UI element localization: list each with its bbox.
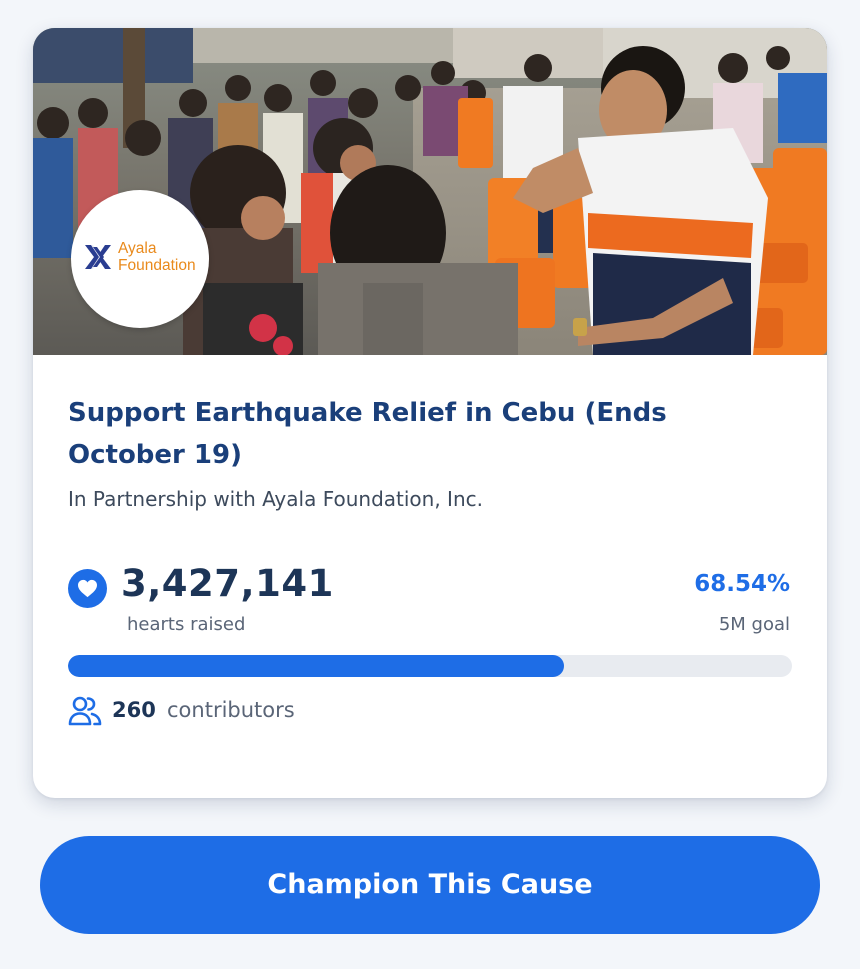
cause-subtitle: In Partnership with Ayala Foundation, In… <box>68 487 483 511</box>
cause-card[interactable]: Ayala Foundation Support Earthquake Reli… <box>33 28 827 798</box>
goal-label: 5M goal <box>718 614 790 635</box>
users-icon <box>68 696 102 726</box>
heart-icon <box>78 579 97 598</box>
cause-photo: Ayala Foundation <box>33 28 827 355</box>
partner-logo-text: Ayala Foundation <box>118 240 196 274</box>
hearts-raised-value: 3,427,141 <box>121 562 334 605</box>
contributors-label: contributors <box>167 698 295 722</box>
ayala-logo-icon <box>85 245 111 269</box>
partner-logo-badge: Ayala Foundation <box>71 190 209 328</box>
logo-line-1: Ayala <box>118 240 157 257</box>
logo-line-2: Foundation <box>118 257 196 274</box>
contributors-count: 260 <box>112 698 156 722</box>
cause-title: Support Earthquake Relief in Cebu (Ends … <box>68 398 667 470</box>
hearts-raised-label: hearts raised <box>127 614 246 635</box>
progress-percent: 68.54% <box>694 571 790 597</box>
champion-cause-button[interactable]: Champion This Cause <box>40 836 820 934</box>
hearts-badge <box>68 569 107 608</box>
progress-bar <box>68 655 792 677</box>
progress-bar-fill <box>68 655 565 677</box>
